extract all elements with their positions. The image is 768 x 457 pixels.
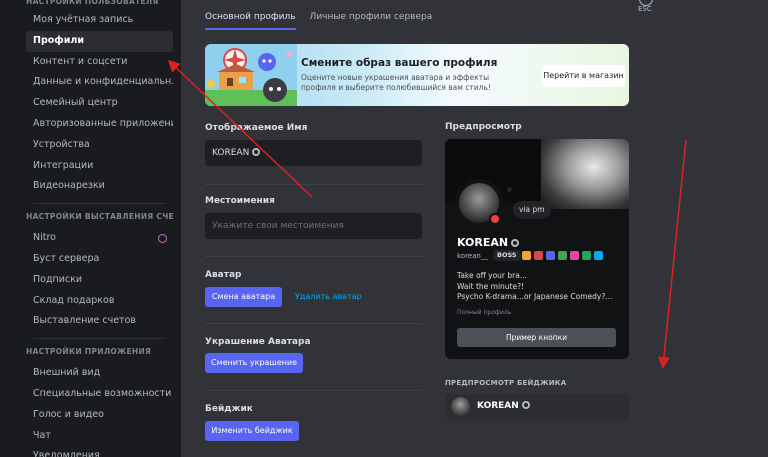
profile-preview-card: via pm KOREAN korean__ BOSS Take off you…: [445, 139, 629, 359]
sidebar-item-clips[interactable]: Видеонарезки: [26, 176, 173, 197]
bio-line: Wait the minute?!: [457, 281, 525, 291]
pronouns-input[interactable]: Укажите свои местоимения: [205, 213, 422, 239]
preview-title: Предпросмотр: [445, 122, 522, 132]
sidebar-item-notifications[interactable]: Уведомления: [26, 446, 173, 457]
banner-title: Смените образ вашего профиля: [301, 57, 498, 69]
change-decoration-button[interactable]: Сменить украшение: [205, 353, 303, 373]
sidebar-item-gift-inventory[interactable]: Склад подарков: [26, 291, 173, 312]
sidebar-item-content-social[interactable]: Контент и соцсети: [26, 52, 173, 73]
change-avatar-button[interactable]: Смена аватара: [205, 287, 282, 307]
sidebar-item-appearance[interactable]: Внешний вид: [26, 363, 173, 384]
go-to-shop-button[interactable]: Перейти в магазин: [542, 65, 625, 87]
sidebar-item-data-privacy[interactable]: Данные и конфиденциальн...: [26, 72, 173, 93]
section-divider: [205, 323, 422, 324]
sidebar-item-chat[interactable]: Чат: [26, 426, 173, 447]
badge-icon: [582, 251, 591, 260]
settings-sidebar: НАСТРОЙКИ ПОЛЬЗОВАТЕЛЯ Моя учётная запис…: [0, 0, 181, 457]
sidebar-item-server-boost[interactable]: Буст сервера: [26, 249, 173, 270]
sidebar-header-billing: НАСТРОЙКИ ВЫСТАВЛЕНИЯ СЧЕТ...: [26, 212, 173, 222]
bio-line: Psycho K-drama...or Japanese Comedy?...: [457, 292, 613, 301]
preview-name-text: KOREAN: [457, 236, 509, 249]
badge-label: Бейджик: [205, 404, 253, 414]
badge-preview-name: KOREAN: [477, 394, 530, 419]
dnd-status-icon: [489, 213, 501, 225]
tab-server-profiles[interactable]: Личные профили сервера: [310, 8, 433, 30]
sidebar-item-subscriptions[interactable]: Подписки: [26, 270, 173, 291]
sidebar-item-family-center[interactable]: Семейный центр: [26, 93, 173, 114]
sidebar-item-authorized-apps[interactable]: Авторизованные приложения: [26, 114, 173, 135]
badge-preview-row: KOREAN: [445, 394, 629, 419]
sidebar-list: НАСТРОЙКИ ПОЛЬЗОВАТЕЛЯ Моя учётная запис…: [26, 0, 173, 457]
badge-icon: [570, 251, 579, 260]
change-badge-button[interactable]: Изменить бейджик: [205, 421, 299, 441]
sidebar-header-app: НАСТРОЙКИ ПРИЛОЖЕНИЯ: [26, 347, 152, 357]
sidebar-item-integrations[interactable]: Интеграции: [26, 156, 173, 177]
sidebar-item-voice-video[interactable]: Голос и видео: [26, 405, 173, 426]
badge-icon: [558, 251, 567, 260]
section-divider: [205, 390, 422, 391]
display-name-input[interactable]: KOREAN: [205, 140, 422, 166]
sidebar-item-my-account[interactable]: Моя учётная запись: [26, 10, 173, 31]
full-profile-note: Полный профиль: [457, 309, 512, 316]
badge-name-text: KOREAN: [477, 401, 519, 411]
avatar-label: Аватар: [205, 270, 242, 280]
sidebar-item-nitro[interactable]: Nitro: [26, 228, 173, 249]
verified-icon: [511, 239, 520, 247]
sidebar-divider: [33, 203, 166, 205]
avatar: [451, 397, 470, 416]
profile-tabs: Основной профиль Личные профили сервера: [205, 8, 432, 30]
badge-icon: [594, 251, 603, 260]
sidebar-item-accessibility[interactable]: Специальные возможности: [26, 384, 173, 405]
bubble-dot-icon: [507, 187, 512, 192]
example-button[interactable]: Пример кнопки: [457, 328, 616, 347]
sidebar-item-profiles[interactable]: Профили: [26, 30, 173, 52]
section-divider: [205, 256, 422, 257]
verified-icon: [521, 401, 530, 409]
bio-line: Take off your bra...: [457, 271, 527, 280]
sidebar-divider: [33, 338, 166, 340]
badge-icon: [534, 251, 543, 260]
banner-text: Оцените новые украшения аватара и эффект…: [301, 73, 491, 92]
server-tag: BOSS: [493, 250, 521, 261]
shop-promo-banner: Смените образ вашего профиля Оцените нов…: [205, 44, 629, 106]
display-name-label: Отображаемое Имя: [205, 123, 308, 133]
profile-settings-panel: Основной профиль Личные профили сервера …: [181, 0, 768, 457]
badge-icon: [522, 251, 531, 260]
preview-bio: Take off your bra... Wait the minute?! P…: [457, 271, 613, 303]
verified-icon: [252, 148, 261, 156]
badge-preview-title: ПРЕДПРОСМОТР БЕЙДЖИКА: [445, 379, 567, 387]
pronouns-label: Местоимения: [205, 196, 275, 206]
tab-main-profile[interactable]: Основной профиль: [205, 8, 296, 30]
sidebar-header-user: НАСТРОЙКИ ПОЛЬЗОВАТЕЛЯ: [26, 0, 159, 6]
sidebar-item-label: Nitro: [33, 232, 56, 244]
sidebar-item-devices[interactable]: Устройства: [26, 135, 173, 156]
preview-display-name: KOREAN: [457, 236, 520, 249]
custom-status-bubble: via pm: [513, 201, 551, 219]
preview-username: korean__: [457, 252, 488, 260]
shop-illustration-icon: [205, 44, 297, 106]
section-divider: [205, 184, 422, 185]
nitro-icon: [158, 234, 167, 244]
display-name-value: KOREAN: [212, 148, 250, 158]
avatar-decoration-label: Украшение Аватара: [205, 337, 311, 347]
banner-image: [541, 139, 629, 209]
remove-avatar-link[interactable]: Удалить аватар: [295, 287, 362, 307]
sidebar-item-billing[interactable]: Выставление счетов: [26, 311, 173, 332]
badge-icon: [546, 251, 555, 260]
esc-label: ESC: [638, 5, 652, 13]
